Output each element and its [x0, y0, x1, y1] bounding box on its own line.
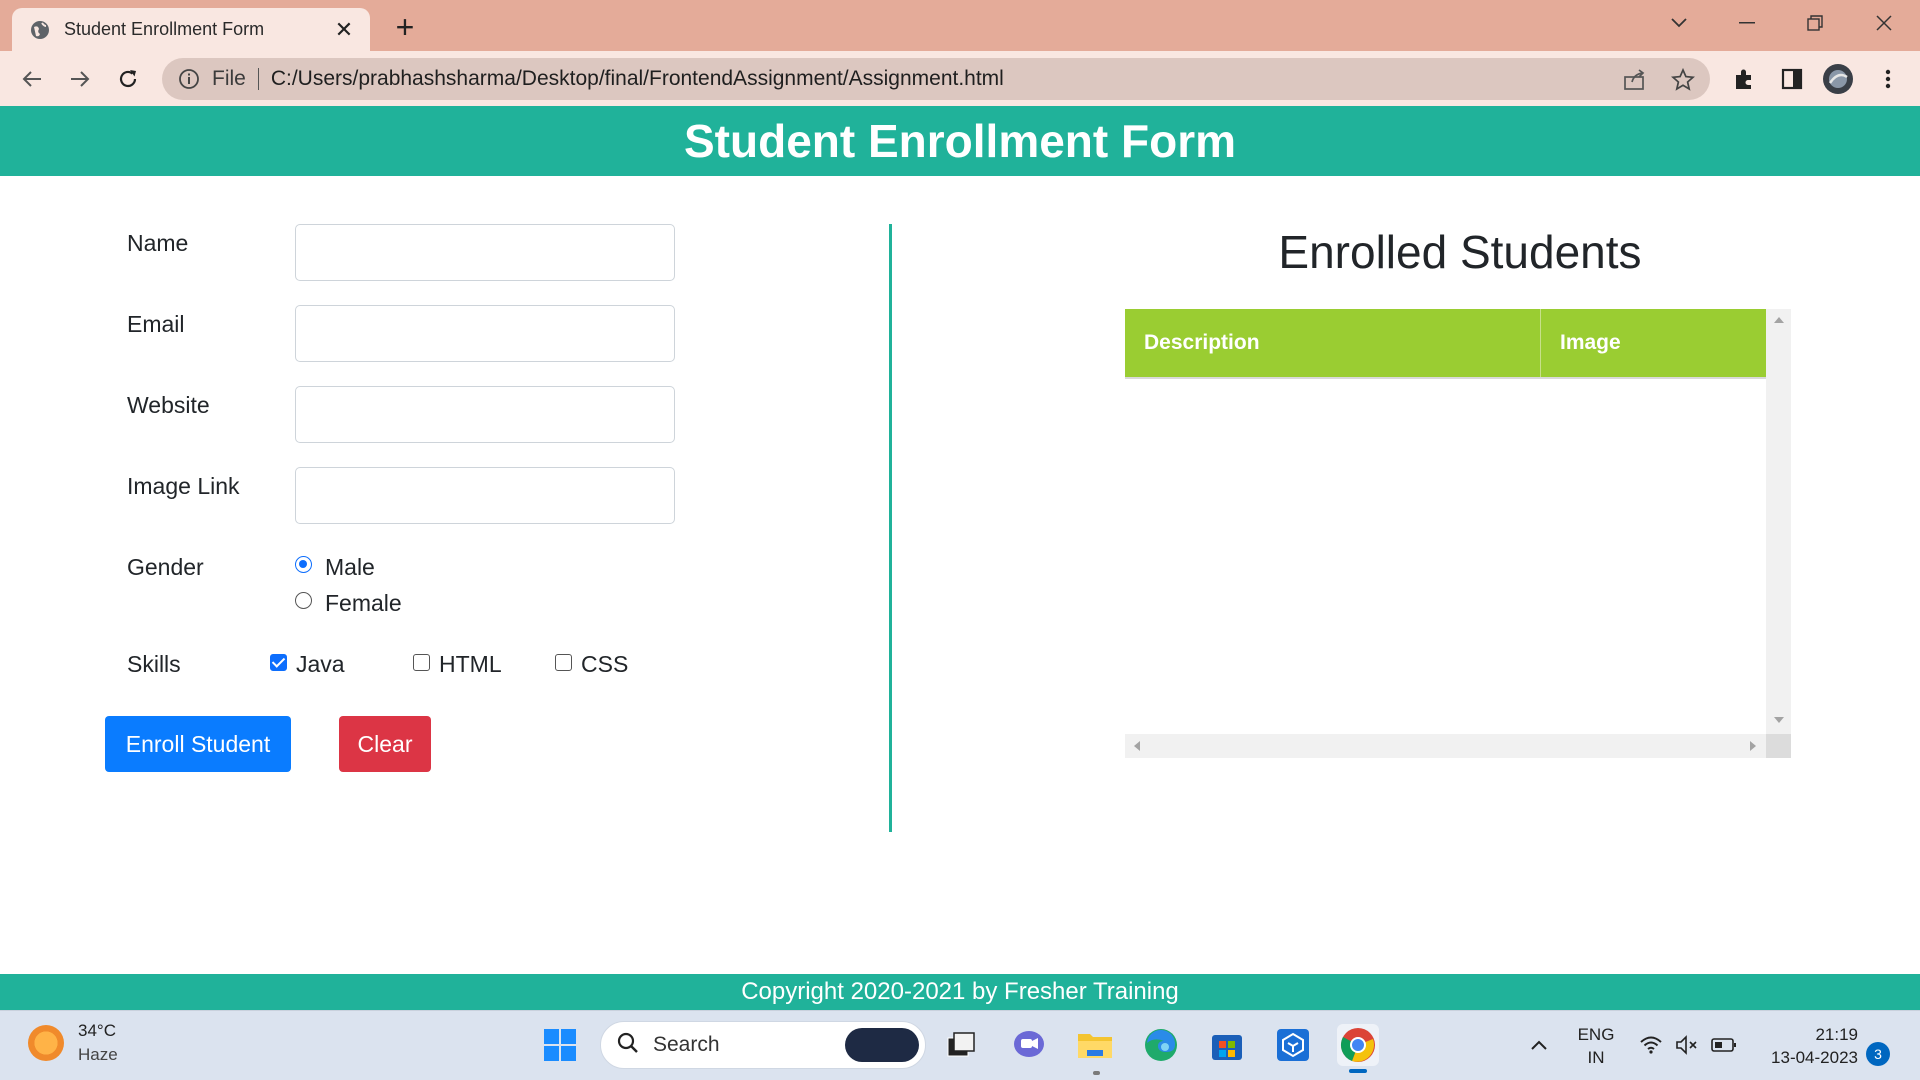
skill-html-checkbox[interactable]	[413, 654, 430, 671]
taskbar: 34°C Haze Search ENG IN 21:19 13-04-2023…	[0, 1010, 1920, 1080]
scroll-down-icon[interactable]	[1774, 717, 1784, 723]
edge-browser-icon[interactable]	[1140, 1024, 1182, 1066]
skill-css-label[interactable]: CSS	[581, 651, 628, 678]
scroll-right-icon[interactable]	[1750, 741, 1756, 751]
address-separator	[257, 68, 259, 90]
name-label: Name	[127, 230, 189, 256]
close-window-icon[interactable]	[1860, 8, 1908, 38]
battery-icon[interactable]	[1703, 1024, 1745, 1066]
clock-time: 21:19	[1815, 1025, 1858, 1044]
skill-java-label[interactable]: Java	[296, 651, 345, 678]
column-header-description: Description	[1125, 309, 1541, 377]
tab-search-icon[interactable]	[1655, 8, 1703, 38]
clock-date: 13-04-2023	[1771, 1048, 1858, 1067]
section-divider	[889, 224, 892, 832]
skill-html-label[interactable]: HTML	[439, 651, 502, 678]
info-icon[interactable]	[178, 68, 200, 90]
puzzle-icon[interactable]	[1728, 63, 1760, 95]
active-app-indicator	[1349, 1069, 1367, 1073]
clear-button[interactable]: Clear	[339, 716, 431, 772]
file-explorer-icon[interactable]	[1074, 1024, 1116, 1066]
star-icon[interactable]	[1670, 67, 1696, 93]
clock[interactable]: 21:19 13-04-2023	[1752, 1023, 1858, 1069]
weather-condition: Haze	[78, 1045, 118, 1064]
scroll-up-icon[interactable]	[1774, 317, 1784, 323]
weather-widget[interactable]: 34°C Haze	[28, 1019, 118, 1067]
scheme-label: File	[212, 67, 246, 90]
search-highlight-image	[845, 1028, 919, 1062]
gender-male-label[interactable]: Male	[325, 554, 375, 581]
minimize-icon[interactable]	[1723, 8, 1771, 38]
table-header-divider	[1125, 377, 1766, 379]
gender-female-radio[interactable]	[295, 592, 312, 609]
arrow-right-icon[interactable]	[64, 63, 96, 95]
image-link-label: Image Link	[127, 473, 240, 499]
browser-tab-strip: Student Enrollment Form ✕ +	[0, 0, 1920, 51]
tab-title: Student Enrollment Form	[64, 19, 265, 39]
skills-label: Skills	[127, 651, 181, 677]
avatar[interactable]	[1822, 63, 1854, 95]
sun-haze-icon	[28, 1025, 64, 1061]
column-header-image: Image	[1541, 309, 1766, 377]
vertical-scrollbar[interactable]	[1766, 309, 1791, 734]
horizontal-scrollbar[interactable]	[1125, 734, 1766, 758]
email-input[interactable]	[295, 305, 675, 362]
share-icon[interactable]	[1622, 67, 1648, 93]
address-bar[interactable]: File C:/Users/prabhashsharma/Desktop/fin…	[162, 58, 1710, 100]
arrow-left-icon[interactable]	[16, 63, 48, 95]
enrolled-students-title: Enrolled Students	[1278, 226, 1642, 278]
side-panel-icon[interactable]	[1776, 63, 1808, 95]
skill-java-checkbox[interactable]	[270, 654, 287, 671]
scroll-left-icon[interactable]	[1134, 741, 1140, 751]
gender-male-radio[interactable]	[295, 556, 312, 573]
chevron-up-icon[interactable]	[1518, 1024, 1560, 1066]
enrolled-students-table: Description Image	[1125, 309, 1791, 758]
restore-icon[interactable]	[1791, 8, 1839, 38]
language-indicator[interactable]: ENG IN	[1568, 1023, 1624, 1069]
browser-tab[interactable]: Student Enrollment Form ✕	[12, 8, 370, 51]
task-view-icon[interactable]	[940, 1024, 982, 1066]
new-tab-button[interactable]: +	[390, 9, 420, 45]
kebab-menu-icon[interactable]	[1872, 63, 1904, 95]
website-input[interactable]	[295, 386, 675, 443]
language-code: ENG	[1577, 1025, 1615, 1044]
language-region: IN	[1587, 1048, 1605, 1067]
skill-css-checkbox[interactable]	[555, 654, 572, 671]
url-text[interactable]: C:/Users/prabhashsharma/Desktop/final/Fr…	[271, 67, 1004, 91]
page-footer: Copyright 2020-2021 by Fresher Training	[0, 974, 1920, 1010]
running-app-indicator	[1093, 1071, 1100, 1075]
taskbar-search[interactable]: Search	[600, 1021, 926, 1069]
gender-label: Gender	[127, 554, 204, 580]
email-label: Email	[127, 311, 185, 337]
search-label: Search	[653, 1033, 720, 1056]
image-link-input[interactable]	[295, 467, 675, 524]
browser-toolbar: File C:/Users/prabhashsharma/Desktop/fin…	[0, 51, 1920, 106]
enroll-student-button[interactable]: Enroll Student	[105, 716, 291, 772]
globe-icon	[30, 20, 50, 40]
tab-close-icon[interactable]: ✕	[332, 17, 356, 42]
speaker-muted-icon[interactable]	[1666, 1024, 1708, 1066]
notification-badge[interactable]: 3	[1866, 1042, 1890, 1066]
website-label: Website	[127, 392, 210, 418]
teams-chat-icon[interactable]	[1008, 1024, 1050, 1066]
chrome-browser-icon[interactable]	[1337, 1024, 1379, 1066]
microsoft-store-icon[interactable]	[1206, 1024, 1248, 1066]
weather-temperature: 34°C	[78, 1021, 116, 1040]
reload-icon[interactable]	[112, 63, 144, 95]
dev-app-icon[interactable]	[1272, 1024, 1314, 1066]
search-icon	[617, 1032, 639, 1059]
windows-start-icon[interactable]	[539, 1024, 581, 1066]
gender-female-label[interactable]: Female	[325, 590, 402, 617]
page-title: Student Enrollment Form	[0, 106, 1920, 176]
name-input[interactable]	[295, 224, 675, 281]
scrollbar-corner	[1766, 734, 1791, 758]
